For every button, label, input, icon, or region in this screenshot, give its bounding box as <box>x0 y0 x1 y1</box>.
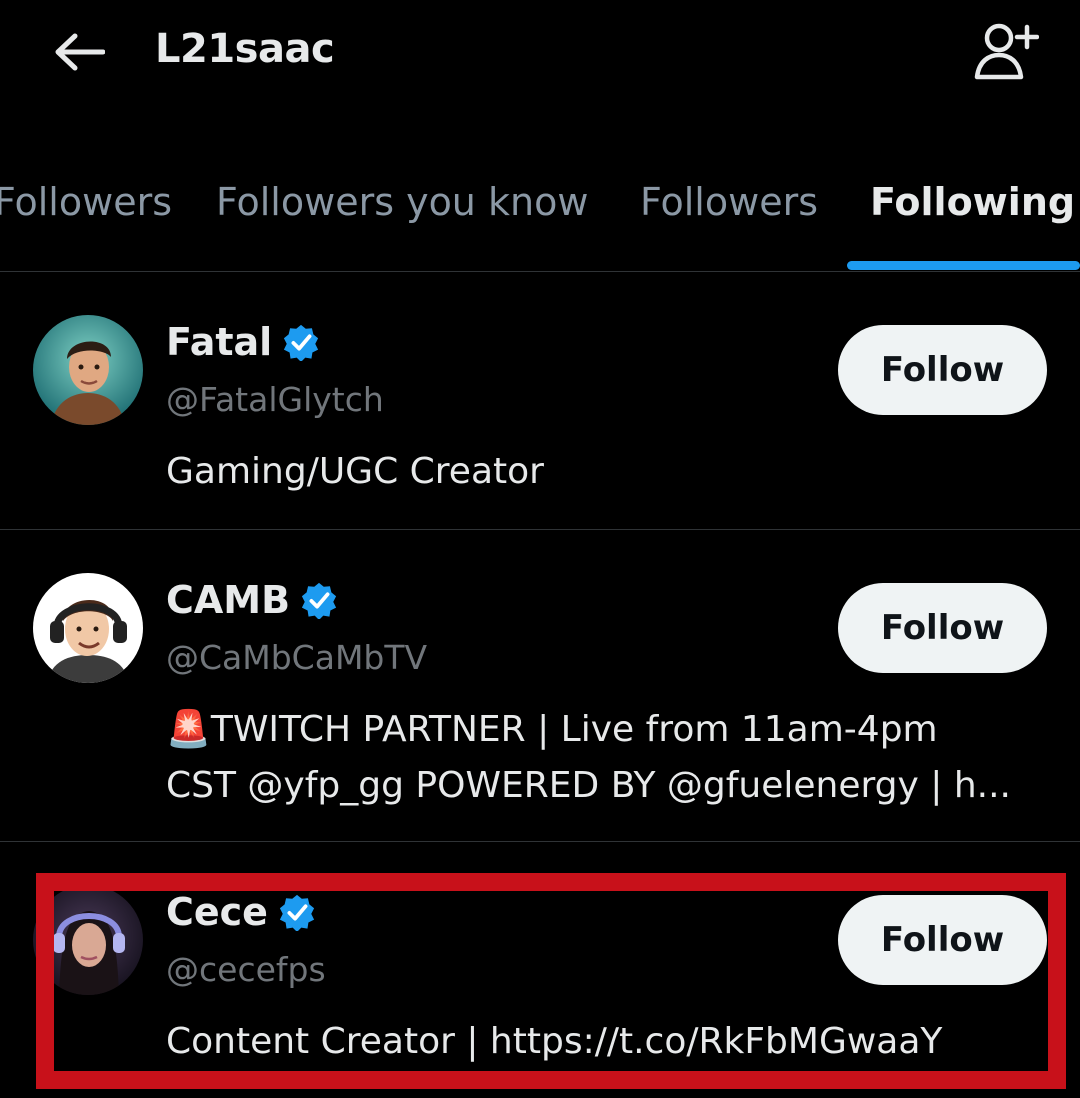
follow-button[interactable]: Follow <box>838 895 1047 985</box>
user-list-item[interactable]: Fatal @FatalGlytch Gaming/UGC Creator Fo… <box>0 272 1080 530</box>
bio-line: 🚨TWITCH PARTNER | Live from 11am-4pm <box>166 709 938 750</box>
avatar[interactable] <box>33 885 143 995</box>
arrow-left-icon <box>55 33 105 71</box>
tab-followers-you-know[interactable]: Followers you know <box>216 180 588 224</box>
bio-line: CST @yfp_gg POWERED BY @gfuelenergy | h.… <box>166 765 1011 806</box>
tab-bar: Followers Followers you know Followers F… <box>0 150 1080 272</box>
follow-button[interactable]: Follow <box>838 325 1047 415</box>
name-line: CAMB <box>166 578 338 622</box>
user-handle: @cecefps <box>166 950 326 989</box>
avatar[interactable] <box>33 315 143 425</box>
bio-line: Content Creator | https://t.co/RkFbMGwaa… <box>166 1021 943 1062</box>
user-bio: 🚨TWITCH PARTNER | Live from 11am-4pm CST… <box>166 702 1046 814</box>
user-handle: @FatalGlytch <box>166 380 384 419</box>
bio-line: Gaming/UGC Creator <box>166 451 544 492</box>
back-button[interactable] <box>48 24 110 80</box>
verified-badge-icon <box>301 582 337 619</box>
add-person-icon <box>974 23 1039 80</box>
top-bar: L21saac <box>0 0 1080 110</box>
name-line: Cece <box>166 890 316 934</box>
tab-following[interactable]: Following <box>870 180 1075 224</box>
page-title: L21saac <box>155 26 335 72</box>
display-name: Cece <box>166 890 268 934</box>
avatar[interactable] <box>33 573 143 683</box>
user-bio: Content Creator | https://t.co/RkFbMGwaa… <box>166 1014 1046 1070</box>
verified-badge-icon <box>279 894 315 931</box>
user-handle: @CaMbCaMbTV <box>166 638 428 677</box>
follow-user-button[interactable] <box>968 18 1044 84</box>
verified-badge-icon <box>284 324 319 361</box>
display-name: CAMB <box>166 578 291 622</box>
tab-followers[interactable]: Followers <box>640 180 818 224</box>
name-line: Fatal <box>166 320 320 364</box>
user-list-item[interactable]: CAMB @CaMbCaMbTV 🚨TWITCH PARTNER | Live … <box>0 530 1080 842</box>
active-tab-indicator <box>847 261 1080 270</box>
tab-verified-followers[interactable]: Followers <box>0 180 172 224</box>
display-name: Fatal <box>166 320 273 364</box>
follow-button[interactable]: Follow <box>838 583 1047 673</box>
user-list-item[interactable]: Cece @cecefps Content Creator | https://… <box>0 842 1080 1098</box>
user-bio: Gaming/UGC Creator <box>166 444 1046 500</box>
